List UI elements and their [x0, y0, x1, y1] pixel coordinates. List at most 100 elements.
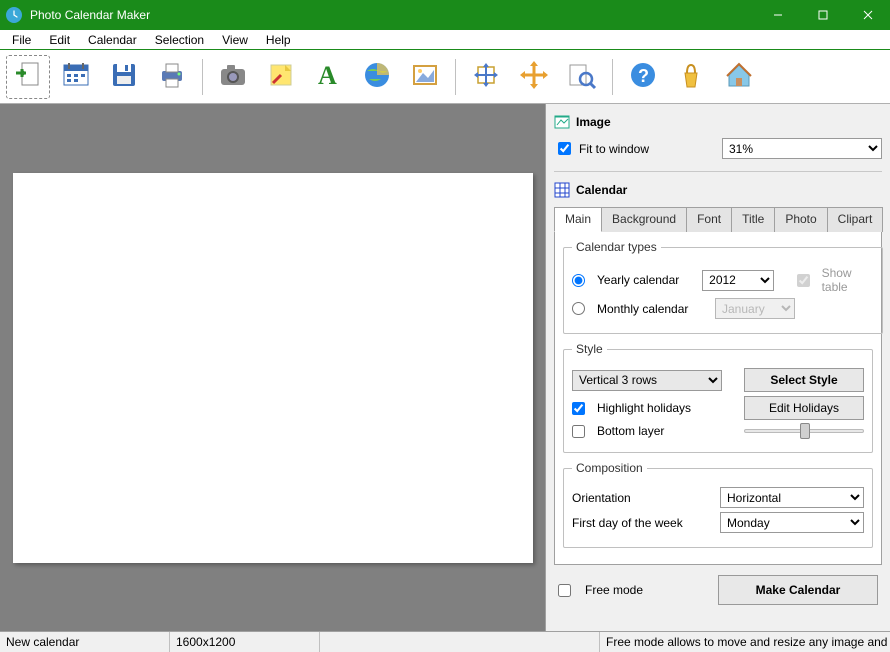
shop-icon	[675, 59, 707, 94]
bottom-layer-label: Bottom layer	[597, 424, 664, 438]
toolbar: A?	[0, 50, 890, 104]
tab-main[interactable]: Main	[554, 207, 602, 232]
menu-file[interactable]: File	[4, 31, 39, 49]
home-button[interactable]	[717, 55, 761, 99]
make-calendar-button[interactable]: Make Calendar	[718, 575, 878, 605]
toolbar-separator	[455, 59, 456, 95]
show-table-label: Show table	[822, 266, 874, 294]
tab-clipart[interactable]: Clipart	[827, 207, 884, 232]
maximize-button[interactable]	[800, 0, 845, 30]
composition-legend: Composition	[572, 461, 647, 475]
move-button[interactable]	[512, 55, 556, 99]
help-button[interactable]: ?	[621, 55, 665, 99]
note-icon	[265, 59, 297, 94]
save-icon	[108, 59, 140, 94]
yearly-label: Yearly calendar	[597, 273, 694, 287]
bottom-layer-checkbox[interactable]	[572, 425, 585, 438]
tab-photo[interactable]: Photo	[774, 207, 827, 232]
calendar-grid-icon	[554, 182, 570, 198]
expand-icon	[470, 59, 502, 94]
image-section-header: Image	[554, 110, 882, 134]
calendar-icon	[60, 59, 92, 94]
first-day-label: First day of the week	[572, 516, 712, 530]
close-button[interactable]	[845, 0, 890, 30]
print-button[interactable]	[150, 55, 194, 99]
font-button[interactable]: A	[307, 55, 351, 99]
titlebar: Photo Calendar Maker	[0, 0, 890, 30]
monthly-radio[interactable]	[572, 302, 585, 315]
tab-background[interactable]: Background	[601, 207, 687, 232]
shop-button[interactable]	[669, 55, 713, 99]
free-mode-checkbox[interactable]	[558, 584, 571, 597]
status-dimensions: 1600x1200	[170, 632, 320, 652]
select-style-button[interactable]: Select Style	[744, 368, 864, 392]
calendar-types-legend: Calendar types	[572, 240, 661, 254]
show-table-checkbox	[797, 274, 810, 287]
app-title: Photo Calendar Maker	[30, 8, 755, 22]
app-icon	[6, 7, 22, 23]
fit-to-window-label: Fit to window	[579, 142, 649, 156]
opacity-slider[interactable]	[744, 429, 864, 433]
menu-help[interactable]: Help	[258, 31, 299, 49]
globe-button[interactable]	[355, 55, 399, 99]
orientation-select[interactable]: Horizontal	[720, 487, 864, 508]
year-select[interactable]: 2012	[702, 270, 773, 291]
toolbar-separator	[202, 59, 203, 95]
canvas[interactable]	[13, 173, 533, 563]
menu-selection[interactable]: Selection	[147, 31, 212, 49]
picture-icon	[409, 59, 441, 94]
search-button[interactable]	[560, 55, 604, 99]
style-legend: Style	[572, 342, 607, 356]
toolbar-separator	[612, 59, 613, 95]
status-hint: Free mode allows to move and resize any …	[600, 632, 890, 652]
note-button[interactable]	[259, 55, 303, 99]
calendar-section-title: Calendar	[576, 183, 627, 197]
yearly-radio[interactable]	[572, 274, 585, 287]
tab-title[interactable]: Title	[731, 207, 775, 232]
save-button[interactable]	[102, 55, 146, 99]
canvas-area	[0, 104, 546, 631]
new-doc-button[interactable]	[6, 55, 50, 99]
new-doc-icon	[12, 59, 44, 94]
zoom-select[interactable]: 31%	[722, 138, 882, 159]
calendar-tabs: MainBackgroundFontTitlePhotoClipart	[554, 206, 882, 232]
tab-font[interactable]: Font	[686, 207, 732, 232]
menu-calendar[interactable]: Calendar	[80, 31, 145, 49]
layout-select[interactable]: Vertical 3 rows	[572, 370, 722, 391]
free-mode-label: Free mode	[585, 583, 643, 597]
help-icon: ?	[627, 59, 659, 94]
picture-button[interactable]	[403, 55, 447, 99]
highlight-holidays-label: Highlight holidays	[597, 401, 691, 415]
move-icon	[518, 59, 550, 94]
minimize-button[interactable]	[755, 0, 800, 30]
camera-icon	[217, 59, 249, 94]
svg-text:A: A	[318, 61, 337, 90]
print-icon	[156, 59, 188, 94]
edit-holidays-button[interactable]: Edit Holidays	[744, 396, 864, 420]
monthly-label: Monthly calendar	[597, 302, 707, 316]
globe-icon	[361, 59, 393, 94]
search-icon	[566, 59, 598, 94]
menu-view[interactable]: View	[214, 31, 256, 49]
menubar: FileEditCalendarSelectionViewHelp	[0, 30, 890, 50]
camera-button[interactable]	[211, 55, 255, 99]
font-icon: A	[313, 59, 345, 94]
side-panel: Image Fit to window 31% Calendar MainBac…	[546, 104, 890, 631]
month-select: January	[715, 298, 795, 319]
tab-main-body: Calendar types Yearly calendar 2012 Show…	[554, 232, 882, 565]
first-day-select[interactable]: Monday	[720, 512, 864, 533]
home-icon	[723, 59, 755, 94]
statusbar: New calendar 1600x1200 Free mode allows …	[0, 631, 890, 652]
svg-text:?: ?	[638, 66, 649, 86]
image-icon	[554, 114, 570, 130]
fit-to-window-checkbox[interactable]	[558, 142, 571, 155]
status-empty	[320, 632, 600, 652]
calendar-button[interactable]	[54, 55, 98, 99]
calendar-section-header: Calendar	[554, 178, 882, 202]
status-doc-name: New calendar	[0, 632, 170, 652]
expand-button[interactable]	[464, 55, 508, 99]
menu-edit[interactable]: Edit	[41, 31, 78, 49]
orientation-label: Orientation	[572, 491, 712, 505]
image-section-title: Image	[576, 115, 611, 129]
highlight-holidays-checkbox[interactable]	[572, 402, 585, 415]
